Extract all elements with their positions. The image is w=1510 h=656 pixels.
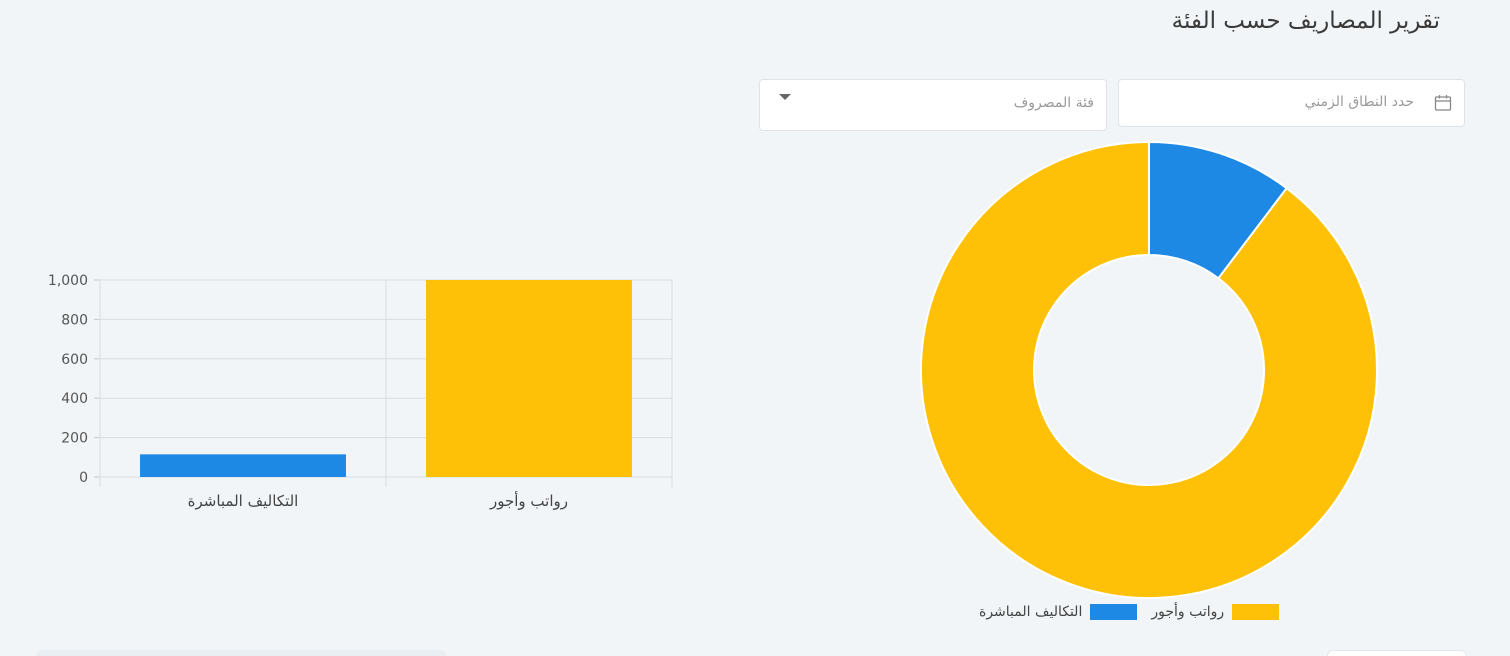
bottom-card-left — [36, 650, 446, 656]
donut-legend: رواتب وأجور التكاليف المباشرة — [979, 604, 1280, 620]
expense-report-page: تقرير المصاريف حسب الفئة حدد النطاق الزم… — [0, 0, 1510, 656]
y-tick-label: 600 — [61, 352, 88, 368]
legend-item-salaries[interactable]: رواتب وأجور — [1151, 604, 1280, 620]
legend-label-salaries: رواتب وأجور — [1151, 604, 1225, 620]
y-tick-label: 400 — [61, 391, 88, 407]
legend-swatch-salaries — [1232, 604, 1280, 620]
y-tick-label: 200 — [61, 431, 88, 447]
bar[interactable] — [140, 454, 346, 477]
donut-chart — [920, 140, 1378, 599]
legend-label-direct-costs: التكاليف المباشرة — [979, 604, 1083, 620]
donut-slice[interactable] — [920, 140, 1378, 599]
bar[interactable] — [426, 280, 632, 477]
y-tick-label: 1,000 — [48, 273, 88, 289]
y-tick-label: 0 — [79, 470, 88, 486]
date-range-picker[interactable]: حدد النطاق الزمني — [1118, 79, 1465, 127]
y-tick-label: 800 — [61, 312, 88, 328]
caret-down-icon — [779, 94, 791, 100]
expense-category-select[interactable]: فئة المصروف — [759, 79, 1107, 131]
legend-swatch-direct-costs — [1090, 604, 1138, 620]
x-tick-label: رواتب وأجور — [489, 491, 568, 510]
bar-chart: 0 200 400 600 800 1,000 التكاليف المباشرة رواتب… — [48, 273, 673, 510]
page-title: تقرير المصاريف حسب الفئة — [1171, 8, 1440, 34]
x-tick-label: التكاليف المباشرة — [188, 492, 299, 510]
date-range-placeholder: حدد النطاق الزمني — [1304, 94, 1414, 110]
bottom-card-right — [1327, 650, 1467, 656]
legend-item-direct-costs[interactable]: التكاليف المباشرة — [979, 604, 1138, 620]
expense-category-placeholder: فئة المصروف — [1013, 95, 1094, 111]
calendar-icon — [1434, 95, 1452, 111]
